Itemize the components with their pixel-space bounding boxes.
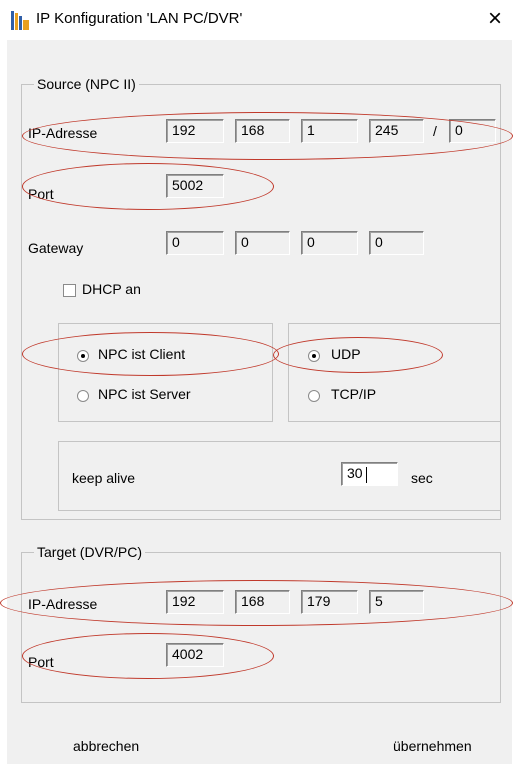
source-ip-octet-3[interactable]: 1 bbox=[301, 119, 358, 143]
target-port-label: Port bbox=[28, 654, 54, 670]
close-icon[interactable]: × bbox=[488, 5, 502, 33]
gateway-octet-4[interactable]: 0 bbox=[369, 231, 424, 255]
target-port-field[interactable]: 4002 bbox=[166, 643, 224, 667]
gateway-octet-3[interactable]: 0 bbox=[301, 231, 358, 255]
gateway-label: Gateway bbox=[28, 240, 84, 256]
source-port-field[interactable]: 5002 bbox=[166, 174, 224, 198]
gateway-octet-2[interactable]: 0 bbox=[235, 231, 290, 255]
source-port-label: Port bbox=[28, 186, 54, 202]
text-caret bbox=[366, 467, 367, 483]
dhcp-checkbox[interactable] bbox=[63, 284, 76, 297]
source-ip-octet-1[interactable]: 192 bbox=[166, 119, 224, 143]
gateway-octet-1[interactable]: 0 bbox=[166, 231, 224, 255]
target-ip-octet-3[interactable]: 179 bbox=[301, 590, 358, 614]
target-ip-octet-4[interactable]: 5 bbox=[369, 590, 424, 614]
keepalive-label: keep alive bbox=[72, 470, 136, 486]
target-legend: Target (DVR/PC) bbox=[34, 544, 146, 560]
target-ip-octet-2[interactable]: 168 bbox=[235, 590, 290, 614]
target-ip-octet-1[interactable]: 192 bbox=[166, 590, 224, 614]
npc-server-radio[interactable] bbox=[77, 390, 89, 402]
subnet-separator: / bbox=[433, 123, 437, 139]
dialog-client-area: Source (NPC II) IP-Adresse 192 168 1 245… bbox=[0, 40, 513, 764]
keepalive-input[interactable]: 30 bbox=[341, 462, 398, 486]
tcp-radio[interactable] bbox=[308, 390, 320, 402]
source-ip-octet-2[interactable]: 168 bbox=[235, 119, 290, 143]
tcp-label[interactable]: TCP/IP bbox=[331, 386, 376, 402]
window-title: IP Konfiguration 'LAN PC/DVR' bbox=[36, 10, 243, 27]
udp-label[interactable]: UDP bbox=[331, 346, 361, 362]
apply-button[interactable]: übernehmen bbox=[393, 738, 472, 754]
mode-panel bbox=[58, 323, 273, 422]
protocol-panel bbox=[288, 323, 501, 422]
title-bar: IP Konfiguration 'LAN PC/DVR' × bbox=[0, 0, 519, 40]
npc-client-label[interactable]: NPC ist Client bbox=[98, 346, 185, 362]
app-icon bbox=[11, 11, 29, 30]
subnet-mask-field[interactable]: 0 bbox=[449, 119, 496, 143]
dhcp-label: DHCP an bbox=[82, 281, 141, 297]
target-groupbox: Target (DVR/PC) bbox=[21, 544, 501, 703]
keepalive-unit: sec bbox=[411, 470, 433, 486]
source-legend: Source (NPC II) bbox=[34, 76, 139, 92]
cancel-button[interactable]: abbrechen bbox=[73, 738, 139, 754]
udp-radio[interactable] bbox=[308, 350, 320, 362]
npc-client-radio[interactable] bbox=[77, 350, 89, 362]
source-ip-octet-4[interactable]: 245 bbox=[369, 119, 424, 143]
source-ip-label: IP-Adresse bbox=[28, 125, 98, 141]
target-ip-label: IP-Adresse bbox=[28, 596, 98, 612]
npc-server-label[interactable]: NPC ist Server bbox=[98, 386, 191, 402]
